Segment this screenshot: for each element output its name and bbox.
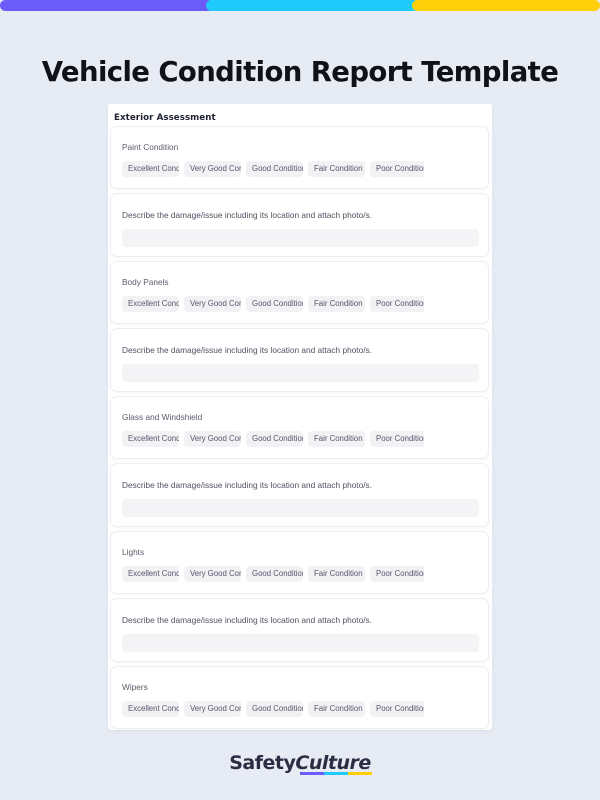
option-chip-group: Excellent Condition Very Good Condition Go… [122, 566, 424, 582]
describe-label: Describe the damage/issue including its … [122, 615, 372, 625]
option-chip[interactable]: Good Condition [246, 296, 303, 312]
option-chip[interactable]: Excellent Condition [122, 566, 179, 582]
question-card: Wipers Excellent Condition Very Good Condi… [110, 666, 489, 729]
option-chip[interactable]: Fair Condition [308, 566, 365, 582]
option-chip[interactable]: Good Condition [246, 431, 303, 447]
option-chip-group: Excellent Condition Very Good Condition Go… [122, 701, 424, 717]
option-chip[interactable]: Fair Condition [308, 701, 365, 717]
safetyculture-logo: SafetyCulture [229, 752, 373, 775]
option-chip[interactable]: Poor Condition [370, 431, 424, 447]
describe-input[interactable] [122, 634, 479, 652]
describe-label: Describe the damage/issue including its … [122, 345, 372, 355]
describe-card: Describe the damage/issue including its … [110, 463, 489, 527]
option-chip[interactable]: Fair Condition [308, 431, 365, 447]
top-color-bar [0, 0, 600, 11]
option-chip[interactable]: Very Good Condition [184, 431, 241, 447]
describe-label: Describe the damage/issue including its … [122, 480, 372, 490]
option-chip[interactable]: Very Good Condition [184, 566, 241, 582]
option-chip[interactable]: Poor Condition [370, 161, 424, 177]
option-chip[interactable]: Good Condition [246, 566, 303, 582]
option-chip-group: Excellent Condition Very Good Condition Go… [122, 296, 424, 312]
describe-label: Describe the damage/issue including its … [122, 210, 372, 220]
option-chip[interactable]: Poor Condition [370, 296, 424, 312]
option-chip[interactable]: Good Condition [246, 161, 303, 177]
question-card: Body Panels Excellent Condition Very Good … [110, 261, 489, 324]
describe-card: Describe the damage/issue including its … [110, 328, 489, 392]
option-chip[interactable]: Fair Condition [308, 296, 365, 312]
question-label: Body Panels [122, 277, 169, 287]
option-chip-group: Excellent Condition Very Good Condition Go… [122, 161, 424, 177]
question-card: Paint Condition Excellent Condition Very G… [110, 126, 489, 189]
option-chip-group: Excellent Condition Very Good Condition Go… [122, 431, 424, 447]
topbar-segment-yellow [412, 0, 600, 11]
option-chip[interactable]: Excellent Condition [122, 161, 179, 177]
option-chip[interactable]: Good Condition [246, 701, 303, 717]
logo-underline-yellow [348, 772, 373, 775]
question-card: Lights Excellent Condition Very Good Condi… [110, 531, 489, 594]
topbar-segment-purple [0, 0, 214, 11]
logo-underline [300, 772, 373, 775]
question-card-list: Paint Condition Excellent Condition Very G… [110, 126, 489, 733]
option-chip[interactable]: Excellent Condition [122, 296, 179, 312]
question-card: Glass and Windshield Excellent Condition V… [110, 396, 489, 459]
logo-text-culture: Culture [295, 752, 371, 774]
page-title: Vehicle Condition Report Template [41, 56, 559, 88]
logo-text-safety: Safety [229, 752, 296, 774]
question-label: Wipers [122, 682, 148, 692]
option-chip[interactable]: Very Good Condition [184, 296, 241, 312]
describe-input[interactable] [122, 229, 479, 247]
logo-underline-purple [300, 772, 325, 775]
describe-input[interactable] [122, 499, 479, 517]
question-label: Glass and Windshield [122, 412, 203, 422]
question-label: Paint Condition [122, 142, 179, 152]
option-chip[interactable]: Poor Condition [370, 701, 424, 717]
option-chip[interactable]: Very Good Condition [184, 701, 241, 717]
logo-underline-cyan [324, 772, 349, 775]
describe-card: Describe the damage/issue including its … [110, 193, 489, 257]
describe-input[interactable] [122, 364, 479, 382]
option-chip[interactable]: Poor Condition [370, 566, 424, 582]
topbar-segment-cyan [206, 0, 420, 11]
option-chip[interactable]: Fair Condition [308, 161, 365, 177]
option-chip[interactable]: Very Good Condition [184, 161, 241, 177]
option-chip[interactable]: Excellent Condition [122, 431, 179, 447]
describe-card: Describe the damage/issue including its … [110, 598, 489, 662]
question-label: Lights [122, 547, 145, 557]
option-chip[interactable]: Excellent Condition [122, 701, 179, 717]
footer: SafetyCulture [0, 752, 600, 775]
